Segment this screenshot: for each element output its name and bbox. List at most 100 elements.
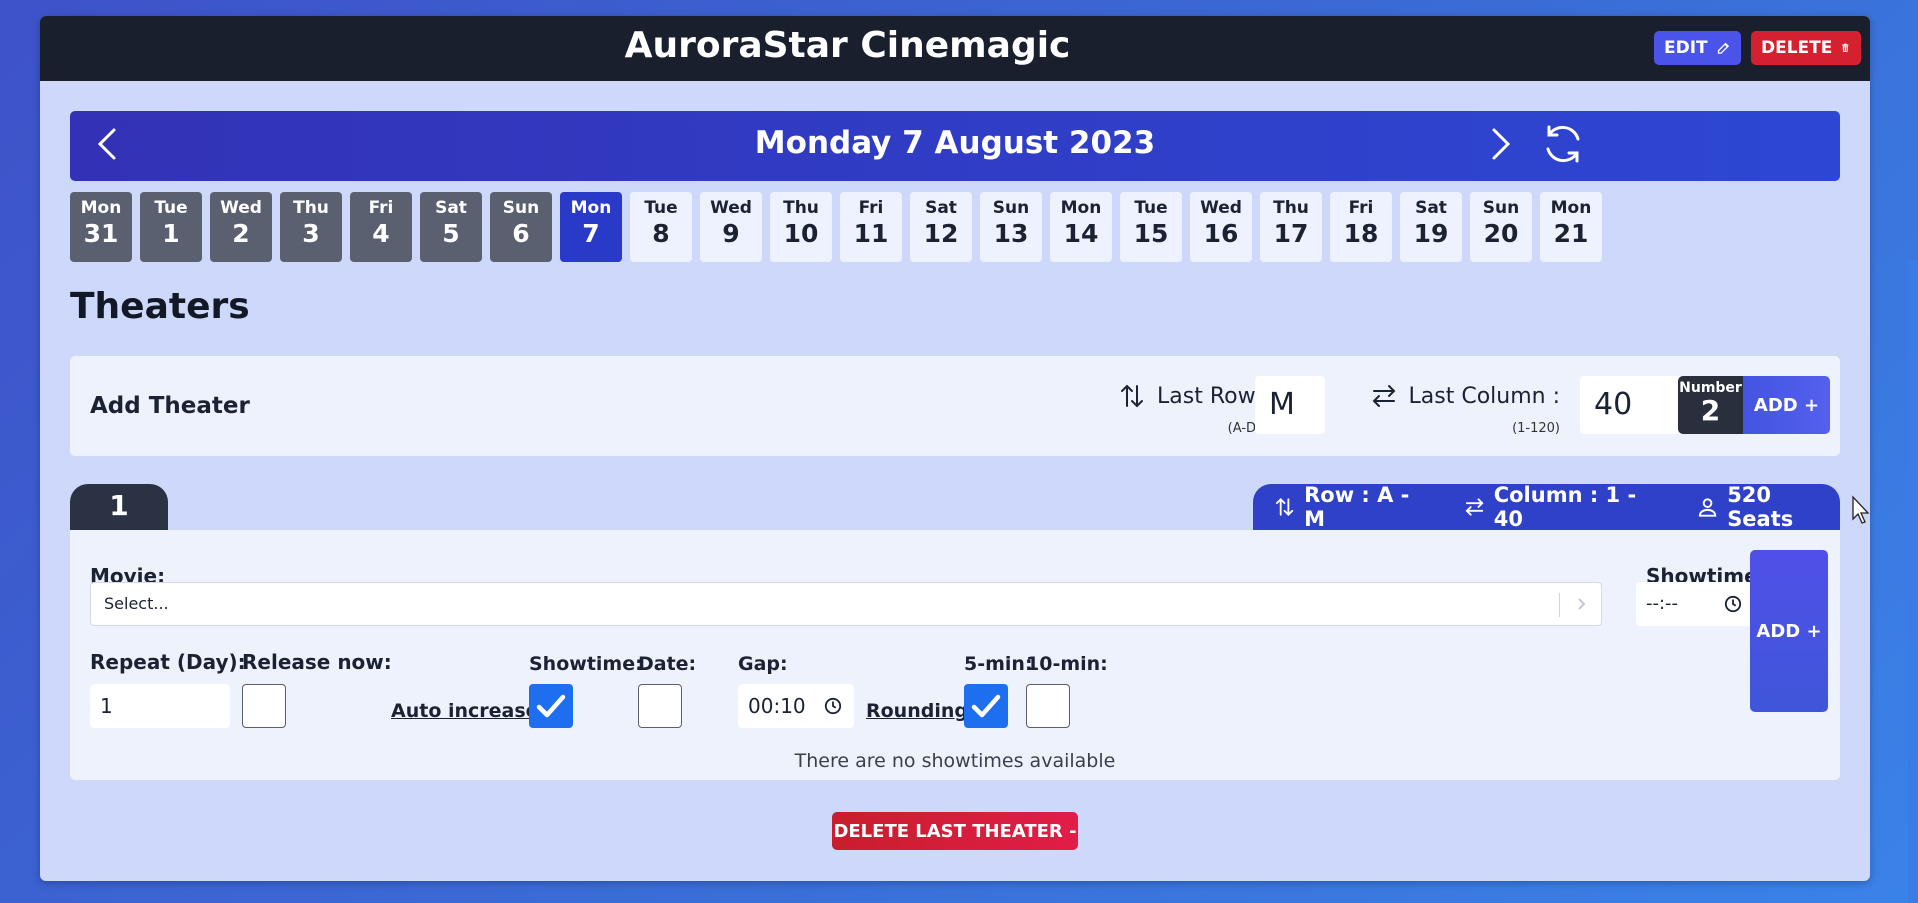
day-name: Mon (80, 198, 122, 218)
chevron-right-icon[interactable] (1480, 124, 1520, 164)
day-cell[interactable]: Tue 8 (630, 192, 692, 262)
day-name: Sat (925, 198, 957, 218)
chevron-right-icon (1578, 598, 1586, 610)
repeat-input[interactable]: 1 (90, 684, 230, 728)
gap-value: 00:10 (748, 694, 806, 718)
day-number: 2 (232, 219, 250, 248)
day-cell-selected[interactable]: Mon 7 (560, 192, 622, 262)
row-range: Row : A - M (1304, 483, 1410, 531)
auto-increase-link[interactable]: Auto increase (391, 700, 539, 722)
showtime-checkbox-label: Showtime: (529, 653, 643, 675)
theater-tab[interactable]: 1 (70, 484, 168, 530)
last-row-group: Last Row : (A-DZ) (1120, 376, 1270, 436)
day-cell[interactable]: Thu 10 (770, 192, 832, 262)
release-now-checkbox[interactable] (242, 684, 286, 728)
day-number: 21 (1553, 219, 1589, 248)
day-name: Sun (1482, 198, 1520, 218)
date-navigator: Monday 7 August 2023 (70, 111, 1840, 181)
day-cell[interactable]: Thu 3 (280, 192, 342, 262)
day-name: Fri (368, 198, 394, 218)
clock-icon (824, 697, 842, 715)
date-checkbox[interactable] (638, 684, 682, 728)
day-cell[interactable]: Mon 21 (1540, 192, 1602, 262)
edit-label: EDIT (1664, 38, 1708, 58)
theater-panel: Movie: Select... Showtime: --:-- ADD + R… (70, 530, 1840, 780)
day-cell[interactable]: Sun 13 (980, 192, 1042, 262)
gap-input[interactable]: 00:10 (738, 684, 854, 728)
theater-number-badge: Number 2 (1678, 376, 1743, 434)
day-name: Tue (154, 198, 188, 218)
cinema-card: AuroraStar Cinemagic EDIT DELETE Monday … (40, 16, 1870, 881)
day-cell[interactable]: Sat 19 (1400, 192, 1462, 262)
theater-info-bar: Row : A - M Column : 1 - 40 520 Seats (1253, 483, 1840, 531)
day-cell[interactable]: Fri 11 (840, 192, 902, 262)
delete-button[interactable]: DELETE (1751, 31, 1861, 65)
swap-vertical-icon (1275, 497, 1294, 517)
day-name: Fri (1348, 198, 1374, 218)
window-scrollbar[interactable] (1908, 260, 1918, 903)
day-cell[interactable]: Sun 20 (1470, 192, 1532, 262)
date-label: Date: (638, 653, 697, 675)
day-cell[interactable]: Mon 31 (70, 192, 132, 262)
five-min-checkbox[interactable] (964, 684, 1008, 728)
day-number: 11 (853, 219, 889, 248)
last-row-label: Last Row : (1157, 383, 1270, 409)
select-separator (1559, 593, 1560, 617)
delete-label: DELETE (1761, 38, 1833, 58)
last-column-hint: (1-120) (1512, 421, 1560, 436)
swap-vertical-icon (1121, 384, 1144, 408)
day-number: 10 (783, 219, 819, 248)
day-cell[interactable]: Sat 5 (420, 192, 482, 262)
day-number: 6 (512, 219, 530, 248)
showtime-value: --:-- (1646, 593, 1679, 614)
day-number: 31 (83, 219, 119, 248)
add-theater-control: Number 2 ADD + (1678, 376, 1830, 434)
day-cell[interactable]: Tue 15 (1120, 192, 1182, 262)
day-name: Thu (293, 198, 329, 218)
day-number: 17 (1273, 219, 1309, 248)
ten-min-checkbox[interactable] (1026, 684, 1070, 728)
day-cell[interactable]: Wed 9 (700, 192, 762, 262)
no-showtimes-message: There are no showtimes available (794, 750, 1116, 772)
day-number: 4 (372, 219, 390, 248)
day-name: Tue (1134, 198, 1168, 218)
day-name: Sun (992, 198, 1030, 218)
day-cell[interactable]: Fri 4 (350, 192, 412, 262)
check-icon (971, 694, 1001, 718)
movie-select[interactable]: Select... (90, 582, 1602, 626)
check-icon (536, 694, 566, 718)
add-theater-button[interactable]: ADD + (1743, 376, 1830, 434)
day-name: Mon (1060, 198, 1102, 218)
refresh-icon[interactable] (1540, 121, 1586, 167)
day-name: Sat (435, 198, 467, 218)
day-cell[interactable]: Mon 14 (1050, 192, 1112, 262)
swap-horizontal-icon (1372, 385, 1395, 407)
delete-last-theater-button[interactable]: DELETE LAST THEATER - (832, 812, 1078, 850)
clock-icon (1724, 595, 1742, 613)
repeat-label: Repeat (Day): (90, 650, 246, 674)
showtime-checkbox[interactable] (529, 684, 573, 728)
day-number: 8 (652, 219, 670, 248)
day-name: Sat (1415, 198, 1447, 218)
day-number: 13 (993, 219, 1029, 248)
seat-count: 520 Seats (1727, 483, 1794, 531)
edit-button[interactable]: EDIT (1654, 31, 1741, 65)
showtime-input[interactable]: --:-- (1636, 582, 1754, 626)
day-number: 5 (442, 219, 460, 248)
last-row-input[interactable]: M (1255, 376, 1325, 434)
day-number: 18 (1343, 219, 1379, 248)
last-column-label: Last Column : (1408, 383, 1560, 409)
rounding-link[interactable]: Rounding (866, 700, 968, 722)
day-cell[interactable]: Sat 12 (910, 192, 972, 262)
day-cell[interactable]: Fri 18 (1330, 192, 1392, 262)
day-cell[interactable]: Wed 16 (1190, 192, 1252, 262)
day-cell[interactable]: Wed 2 (210, 192, 272, 262)
day-number: 3 (302, 219, 320, 248)
day-cell[interactable]: Tue 1 (140, 192, 202, 262)
add-theater-panel: Add Theater Last Row : (A-DZ) M Last Col… (70, 356, 1840, 456)
day-cell[interactable]: Sun 6 (490, 192, 552, 262)
day-cell[interactable]: Thu 17 (1260, 192, 1322, 262)
add-showtime-button[interactable]: ADD + (1750, 550, 1828, 712)
day-name: Thu (783, 198, 819, 218)
day-name: Mon (1550, 198, 1592, 218)
